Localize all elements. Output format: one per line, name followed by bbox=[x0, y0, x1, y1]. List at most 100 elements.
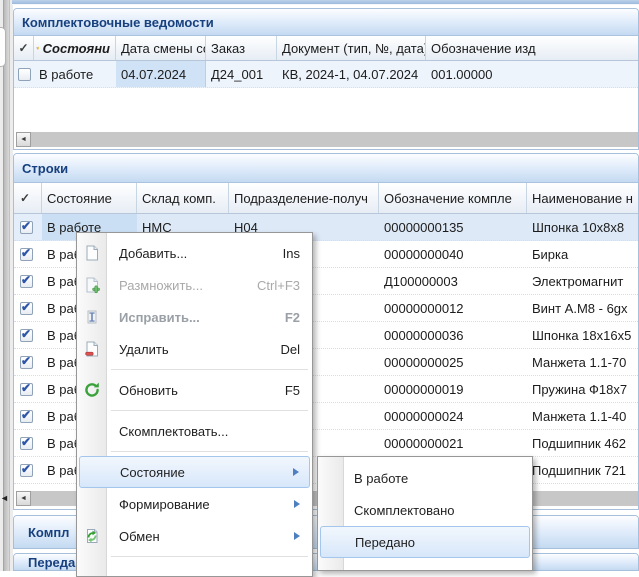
cell-name[interactable]: Шпонка 10x8x8 bbox=[527, 214, 638, 240]
menu-item-label: Обмен bbox=[119, 529, 160, 544]
column-header-label: Обозначение компле bbox=[384, 191, 512, 206]
cell-designation[interactable]: 00000000040 bbox=[379, 241, 527, 267]
menu-item-label: Размножить... bbox=[119, 278, 203, 293]
row-checkbox-cell bbox=[14, 295, 42, 321]
column-header-order[interactable]: Заказ bbox=[206, 36, 277, 60]
column-header-name[interactable]: Наименование н bbox=[527, 183, 638, 213]
row-checkbox[interactable] bbox=[20, 464, 33, 477]
state-submenu: В работе Скомплектовано Передано bbox=[317, 456, 533, 571]
column-header-check[interactable]: ✓ bbox=[14, 183, 42, 213]
row-checkbox[interactable] bbox=[20, 221, 33, 234]
row-checkbox[interactable] bbox=[20, 302, 33, 315]
horizontal-scrollbar[interactable]: ◄ bbox=[16, 132, 638, 147]
column-header-department[interactable]: Подразделение-получ bbox=[229, 183, 379, 213]
splitter-collapse-icon[interactable]: ◄ bbox=[0, 491, 9, 505]
vertical-splitter[interactable]: ◄ bbox=[0, 0, 13, 571]
menu-item-shortcut: Del bbox=[280, 342, 300, 357]
cell-name[interactable]: Винт А.М8 - 6gx bbox=[527, 295, 638, 321]
column-header-date[interactable]: Дата смены сос bbox=[116, 36, 206, 60]
submenu-item-assembled[interactable]: Скомплектовано bbox=[318, 494, 532, 526]
submenu-arrow-icon bbox=[294, 500, 300, 508]
row-checkbox-cell bbox=[14, 322, 42, 348]
cell-designation[interactable]: 00000000012 bbox=[379, 295, 527, 321]
cell-text: 00000000019 bbox=[384, 382, 464, 397]
column-header-label: Состояние bbox=[47, 191, 112, 206]
refresh-icon bbox=[83, 381, 101, 399]
row-checkbox[interactable] bbox=[20, 356, 33, 369]
menu-item-refresh[interactable]: Обновить F5 bbox=[77, 374, 312, 406]
scroll-left-button[interactable]: ◄ bbox=[16, 491, 31, 506]
column-header-label: Заказ bbox=[211, 41, 245, 56]
cell-designation[interactable]: 00000000036 bbox=[379, 322, 527, 348]
row-checkbox-cell bbox=[14, 376, 42, 402]
menu-item-add[interactable]: Добавить... Ins bbox=[77, 237, 312, 269]
splitter-bar[interactable] bbox=[3, 0, 10, 571]
row-checkbox[interactable] bbox=[20, 383, 33, 396]
window-top-edge bbox=[12, 0, 639, 5]
menu-item-label: Обновить bbox=[119, 383, 178, 398]
row-checkbox[interactable] bbox=[18, 68, 31, 81]
cell-text: Манжета 1.1-40 bbox=[532, 409, 626, 424]
cell-name[interactable]: Бирка bbox=[527, 241, 638, 267]
cell-text: 04.07.2024 bbox=[121, 67, 186, 82]
cell-text: Электромагнит bbox=[532, 274, 623, 289]
cell-designation[interactable]: 00000000135 bbox=[379, 214, 527, 240]
column-header-label: Склад комп. bbox=[142, 191, 216, 206]
cell-designation[interactable]: 00000000021 bbox=[379, 430, 527, 456]
menu-item-label: Удалить bbox=[119, 342, 169, 357]
cell-text: Подшипник 721 bbox=[532, 463, 626, 478]
cell-text: 001.00000 bbox=[431, 67, 492, 82]
menu-item-state[interactable]: Состояние bbox=[79, 456, 310, 488]
column-header-designation[interactable]: Обозначение компле bbox=[379, 183, 527, 213]
cell-state[interactable]: В работе bbox=[34, 61, 116, 87]
cell-text: 00000000040 bbox=[384, 247, 464, 262]
menu-item-exchange[interactable]: Обмен bbox=[77, 520, 312, 552]
row-checkbox[interactable] bbox=[20, 410, 33, 423]
menu-separator bbox=[111, 369, 308, 370]
column-header-warehouse[interactable]: Склад комп. bbox=[137, 183, 229, 213]
splitter-grip[interactable] bbox=[0, 27, 6, 67]
submenu-item-in-work[interactable]: В работе bbox=[318, 462, 532, 494]
row-checkbox[interactable] bbox=[20, 248, 33, 261]
column-header-label: Документ (тип, №, дата) bbox=[282, 41, 426, 56]
column-header-label: Наименование н bbox=[532, 191, 633, 206]
cell-text: Шпонка 18x16x5 bbox=[532, 328, 631, 343]
cell-designation[interactable]: 001.00000 bbox=[426, 61, 638, 87]
cell-date-focused[interactable]: 04.07.2024 bbox=[116, 61, 206, 87]
submenu-item-transferred[interactable]: Передано bbox=[320, 526, 530, 558]
cell-designation[interactable]: 00000000019 bbox=[379, 376, 527, 402]
column-header-document[interactable]: Документ (тип, №, дата) bbox=[277, 36, 426, 60]
column-header-check[interactable]: ✓ bbox=[14, 36, 34, 60]
menu-item-duplicate: Размножить... Ctrl+F3 bbox=[77, 269, 312, 301]
cell-name[interactable]: Подшипник 462 bbox=[527, 430, 638, 456]
menu-item-label: Формирование bbox=[119, 497, 210, 512]
menu-item-delete[interactable]: Удалить Del bbox=[77, 333, 312, 365]
cell-name[interactable]: Электромагнит bbox=[527, 268, 638, 294]
cell-name[interactable]: Шпонка 18x16x5 bbox=[527, 322, 638, 348]
row-checkbox-cell bbox=[14, 268, 42, 294]
cell-designation[interactable]: 00000000025 bbox=[379, 349, 527, 375]
cell-name[interactable]: Подшипник 721 bbox=[527, 457, 638, 483]
scroll-left-button[interactable]: ◄ bbox=[16, 132, 31, 147]
column-header-state[interactable]: Состояни bbox=[34, 36, 116, 60]
cell-document[interactable]: КВ, 2024-1, 04.07.2024 bbox=[277, 61, 426, 87]
row-checkbox-cell bbox=[14, 214, 42, 240]
row-checkbox[interactable] bbox=[20, 437, 33, 450]
context-menu: Добавить... Ins Размножить... Ctrl+F3 Ис… bbox=[76, 232, 313, 577]
cell-text: Шпонка 10x8x8 bbox=[532, 220, 624, 235]
row-checkbox[interactable] bbox=[20, 275, 33, 288]
cell-name[interactable]: Пружина Ф18x7 bbox=[527, 376, 638, 402]
menu-item-label: В работе bbox=[354, 471, 408, 486]
menu-item-assemble[interactable]: Скомплектовать... bbox=[77, 415, 312, 447]
column-header-state[interactable]: Состояние bbox=[42, 183, 137, 213]
table-row[interactable]: В работе 04.07.2024 Д24_001 КВ, 2024-1, … bbox=[14, 61, 638, 88]
cell-order[interactable]: Д24_001 bbox=[206, 61, 277, 87]
menu-item-formation[interactable]: Формирование bbox=[77, 488, 312, 520]
column-header-designation[interactable]: Обозначение изд bbox=[426, 36, 638, 60]
cell-name[interactable]: Манжета 1.1-70 bbox=[527, 349, 638, 375]
row-checkbox[interactable] bbox=[20, 329, 33, 342]
cell-designation[interactable]: Д100000003 bbox=[379, 268, 527, 294]
cell-name[interactable]: Манжета 1.1-40 bbox=[527, 403, 638, 429]
panel-title-rows: Строки bbox=[14, 154, 638, 183]
cell-designation[interactable]: 00000000024 bbox=[379, 403, 527, 429]
